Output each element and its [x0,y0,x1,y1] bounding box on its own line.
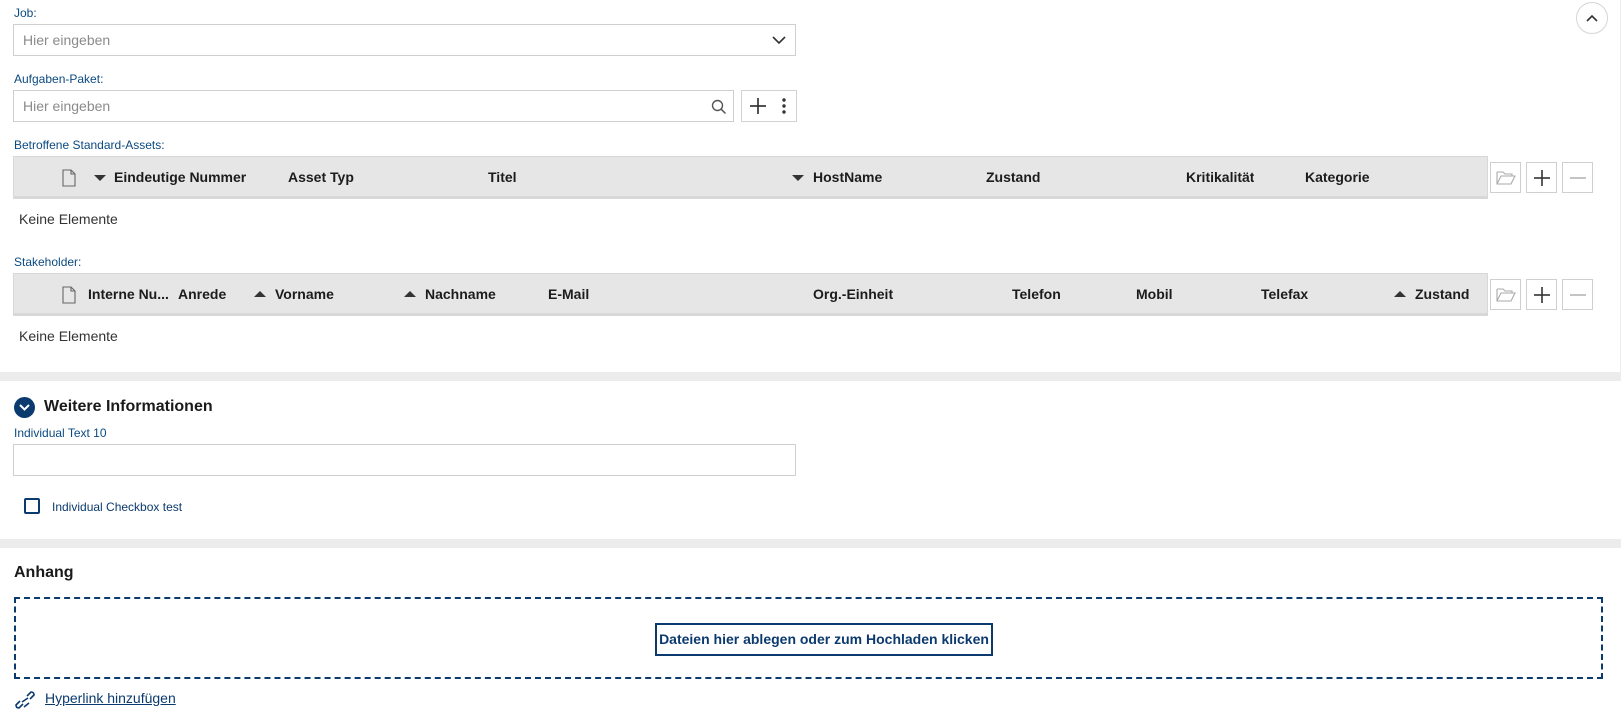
assets-open-button[interactable] [1490,162,1521,193]
chevron-down-icon [772,36,786,45]
stakeholder-label: Stakeholder: [14,255,82,269]
col-titel[interactable]: Titel [488,169,517,185]
anhang-panel: Anhang Dateien hier ablegen oder zum Hoc… [0,548,1621,711]
stakeholder-add-button[interactable] [1526,279,1557,310]
search-icon[interactable] [711,99,727,115]
collapse-button[interactable] [1576,2,1608,34]
assets-add-button[interactable] [1526,162,1557,193]
add-hyperlink-link[interactable]: Hyperlink hinzufügen [45,690,176,706]
col-kritikalitaet[interactable]: Kritikalität [1186,169,1254,185]
minus-icon [1570,177,1586,179]
sort-asc-icon [404,291,416,297]
col-telefax[interactable]: Telefax [1261,286,1308,302]
document-icon [62,169,76,187]
stakeholder-open-button[interactable] [1490,279,1521,310]
stakeholder-empty-text: Keine Elemente [19,328,118,344]
aufgaben-paket-label: Aufgaben-Paket: [14,72,104,86]
col-zustand[interactable]: Zustand [1415,286,1469,302]
col-asset-typ[interactable]: Asset Typ [288,169,354,185]
upload-button[interactable]: Dateien hier ablegen oder zum Hochladen … [655,623,993,656]
col-anrede[interactable]: Anrede [178,286,226,302]
assets-remove-button[interactable] [1562,162,1593,193]
stakeholder-grid-header: Interne Nu... Anrede Vorname Nachname E-… [13,273,1488,316]
col-vorname[interactable]: Vorname [275,286,334,302]
individual-checkbox[interactable] [24,498,40,514]
sort-desc-icon [792,175,804,181]
col-zustand[interactable]: Zustand [986,169,1040,185]
col-interne-nummer[interactable]: Interne Nu... [88,286,168,302]
job-placeholder: Hier eingeben [23,32,111,48]
main-form-panel: Job: Hier eingeben Aufgaben-Paket: Hier … [0,0,1620,372]
col-hostname[interactable]: HostName [813,169,882,185]
col-nachname[interactable]: Nachname [425,286,496,302]
link-icon [15,691,35,709]
col-telefon[interactable]: Telefon [1012,286,1061,302]
folder-open-icon [1496,171,1516,185]
anhang-title: Anhang [14,564,74,581]
chevron-down-icon [19,404,30,411]
weitere-informationen-panel: Weitere Informationen Individual Text 10… [0,381,1621,539]
assets-empty-text: Keine Elemente [19,211,118,227]
individual-text-10-input[interactable] [13,444,796,476]
aufgaben-paket-input[interactable]: Hier eingeben [13,90,734,122]
sort-asc-icon [1394,291,1406,297]
col-eindeutige-nummer[interactable]: Eindeutige Nummer [114,169,246,185]
sort-asc-icon [254,291,266,297]
assets-grid-header: Eindeutige Nummer Asset Typ Titel HostNa… [13,156,1488,199]
minus-icon [1570,294,1586,296]
aufgaben-paket-actions [741,90,797,122]
col-org-einheit[interactable]: Org.-Einheit [813,286,893,302]
col-kategorie[interactable]: Kategorie [1305,169,1370,185]
folder-open-icon [1496,288,1516,302]
col-mobil[interactable]: Mobil [1136,286,1173,302]
col-email[interactable]: E-Mail [548,286,589,302]
section-toggle-button[interactable] [14,397,35,418]
more-vertical-icon[interactable] [781,97,787,115]
assets-label: Betroffene Standard-Assets: [14,138,165,152]
sort-desc-icon [94,175,106,181]
add-icon [1534,287,1550,303]
upload-drop-zone[interactable]: Dateien hier ablegen oder zum Hochladen … [14,597,1603,679]
stakeholder-remove-button[interactable] [1562,279,1593,310]
chevron-up-icon [1586,14,1598,22]
aufgaben-paket-placeholder: Hier eingeben [23,98,111,114]
document-icon [62,286,76,304]
individual-text-10-label: Individual Text 10 [14,426,107,440]
add-icon [1534,170,1550,186]
add-icon[interactable] [749,97,767,115]
job-select[interactable]: Hier eingeben [13,24,796,56]
individual-checkbox-label[interactable]: Individual Checkbox test [52,500,182,514]
job-label: Job: [14,6,37,20]
section-title: Weitere Informationen [44,398,213,415]
